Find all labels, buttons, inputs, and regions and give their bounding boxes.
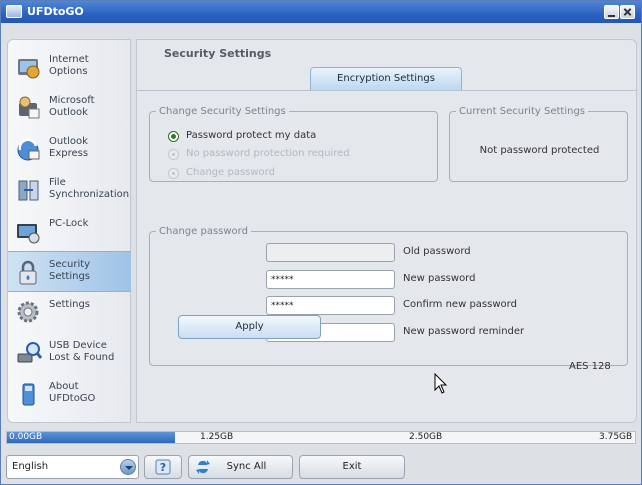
sidebar-item-label: Microsoft Outlook (49, 95, 95, 118)
sidebar-item-label: Security Settings (49, 259, 91, 282)
file-sync-icon (18, 180, 39, 201)
app-icon (6, 5, 22, 18)
encryption-type-label: AES 128 (569, 361, 611, 372)
group-legend: Change password (159, 226, 248, 237)
usage-tick-label: 2.50GB (409, 432, 443, 442)
group-legend: Change Security Settings (159, 106, 286, 117)
sidebar-item-file-sync[interactable]: File Synchronization (8, 170, 131, 211)
sidebar-item-about[interactable]: About UFDtoGO (8, 374, 131, 415)
new-password-label: New password (403, 273, 476, 284)
sync-all-label: Sync All (226, 461, 267, 472)
minimize-button[interactable] (604, 5, 619, 19)
radio-button-disabled (168, 149, 179, 160)
usage-tick-label: 1.25GB (200, 432, 234, 442)
tab-encryption-settings[interactable]: Encryption Settings (310, 67, 462, 90)
old-password-input (266, 243, 395, 262)
current-security-settings-group: Current Security Settings Not password p… (449, 106, 628, 182)
usage-tick-label: 0.00GB (9, 432, 43, 442)
title-bar[interactable]: UFDtoGO (1, 1, 641, 23)
outlook-icon (19, 96, 40, 119)
tab-divider (137, 90, 637, 91)
app-window: UFDtoGO Internet Options Microsoft Outlo… (0, 0, 642, 485)
main-panel: Security Settings Encryption Settings Ch… (136, 39, 637, 423)
change-security-settings-group: Change Security Settings Password protec… (149, 106, 438, 182)
radio-button-checked[interactable] (168, 131, 179, 142)
radio-label: No password protection required (186, 148, 350, 159)
pc-lock-icon (17, 224, 40, 244)
close-button[interactable] (620, 5, 635, 19)
sidebar-item-outlook[interactable]: Microsoft Outlook (8, 88, 131, 129)
sidebar-item-outlook-express[interactable]: Outlook Express (8, 129, 131, 170)
sidebar-item-settings[interactable]: Settings (8, 292, 131, 333)
page-title: Security Settings (164, 47, 272, 60)
new-password-input[interactable] (266, 270, 395, 289)
radio-label: Password protect my data (186, 130, 317, 141)
sidebar: Internet Options Microsoft Outlook Outlo… (7, 39, 131, 423)
exit-button[interactable]: Exit (299, 455, 405, 479)
old-password-label: Old password (403, 246, 471, 257)
radio-button-disabled (168, 168, 179, 179)
confirm-password-label: Confirm new password (403, 299, 517, 310)
window-title: UFDtoGO (27, 5, 84, 18)
help-button[interactable]: ? (144, 455, 182, 479)
confirm-password-input[interactable] (266, 296, 395, 315)
group-legend: Current Security Settings (459, 106, 585, 117)
storage-usage-bar: 0.00GB 1.25GB 2.50GB 3.75GB (6, 431, 636, 444)
radio-label: Change password (186, 167, 275, 178)
language-value: English (12, 461, 49, 472)
sync-all-button[interactable]: Sync All (188, 455, 293, 479)
internet-options-icon (18, 59, 40, 79)
help-question-icon: ? (155, 459, 171, 475)
sidebar-item-label: PC-Lock (49, 218, 89, 229)
sidebar-item-label: Internet Options (49, 54, 89, 77)
about-icon (22, 383, 35, 406)
minimize-icon (608, 15, 615, 17)
security-lock-icon (19, 260, 37, 285)
mouse-cursor-icon (434, 373, 448, 394)
current-security-status: Not password protected (479, 145, 600, 156)
usb-device-icon (17, 342, 42, 363)
password-reminder-label: New password reminder (403, 326, 525, 337)
language-select[interactable]: English (6, 455, 139, 479)
usage-tick-label: 3.75GB (599, 432, 633, 442)
sidebar-item-label: Settings (49, 299, 91, 310)
sidebar-item-security-settings[interactable]: Security Settings (8, 251, 131, 292)
svg-text:?: ? (160, 461, 166, 474)
apply-button[interactable]: Apply (178, 315, 321, 339)
sidebar-item-usb-lost-found[interactable]: USB Device Lost & Found (8, 333, 131, 374)
gear-icon (17, 301, 39, 323)
chevron-down-icon[interactable] (120, 459, 136, 475)
sidebar-item-internet-options[interactable]: Internet Options (8, 47, 131, 88)
sidebar-item-label: File Synchronization (49, 177, 130, 200)
sync-icon (196, 460, 210, 474)
sidebar-item-label: Outlook Express (49, 136, 89, 159)
change-password-group: Change password Old password New passwor… (149, 226, 628, 372)
sidebar-item-label: About UFDtoGO (49, 381, 96, 404)
outlook-express-icon (17, 138, 40, 161)
sidebar-item-label: USB Device Lost & Found (49, 340, 115, 363)
sidebar-item-pc-lock[interactable]: PC-Lock (8, 211, 131, 252)
